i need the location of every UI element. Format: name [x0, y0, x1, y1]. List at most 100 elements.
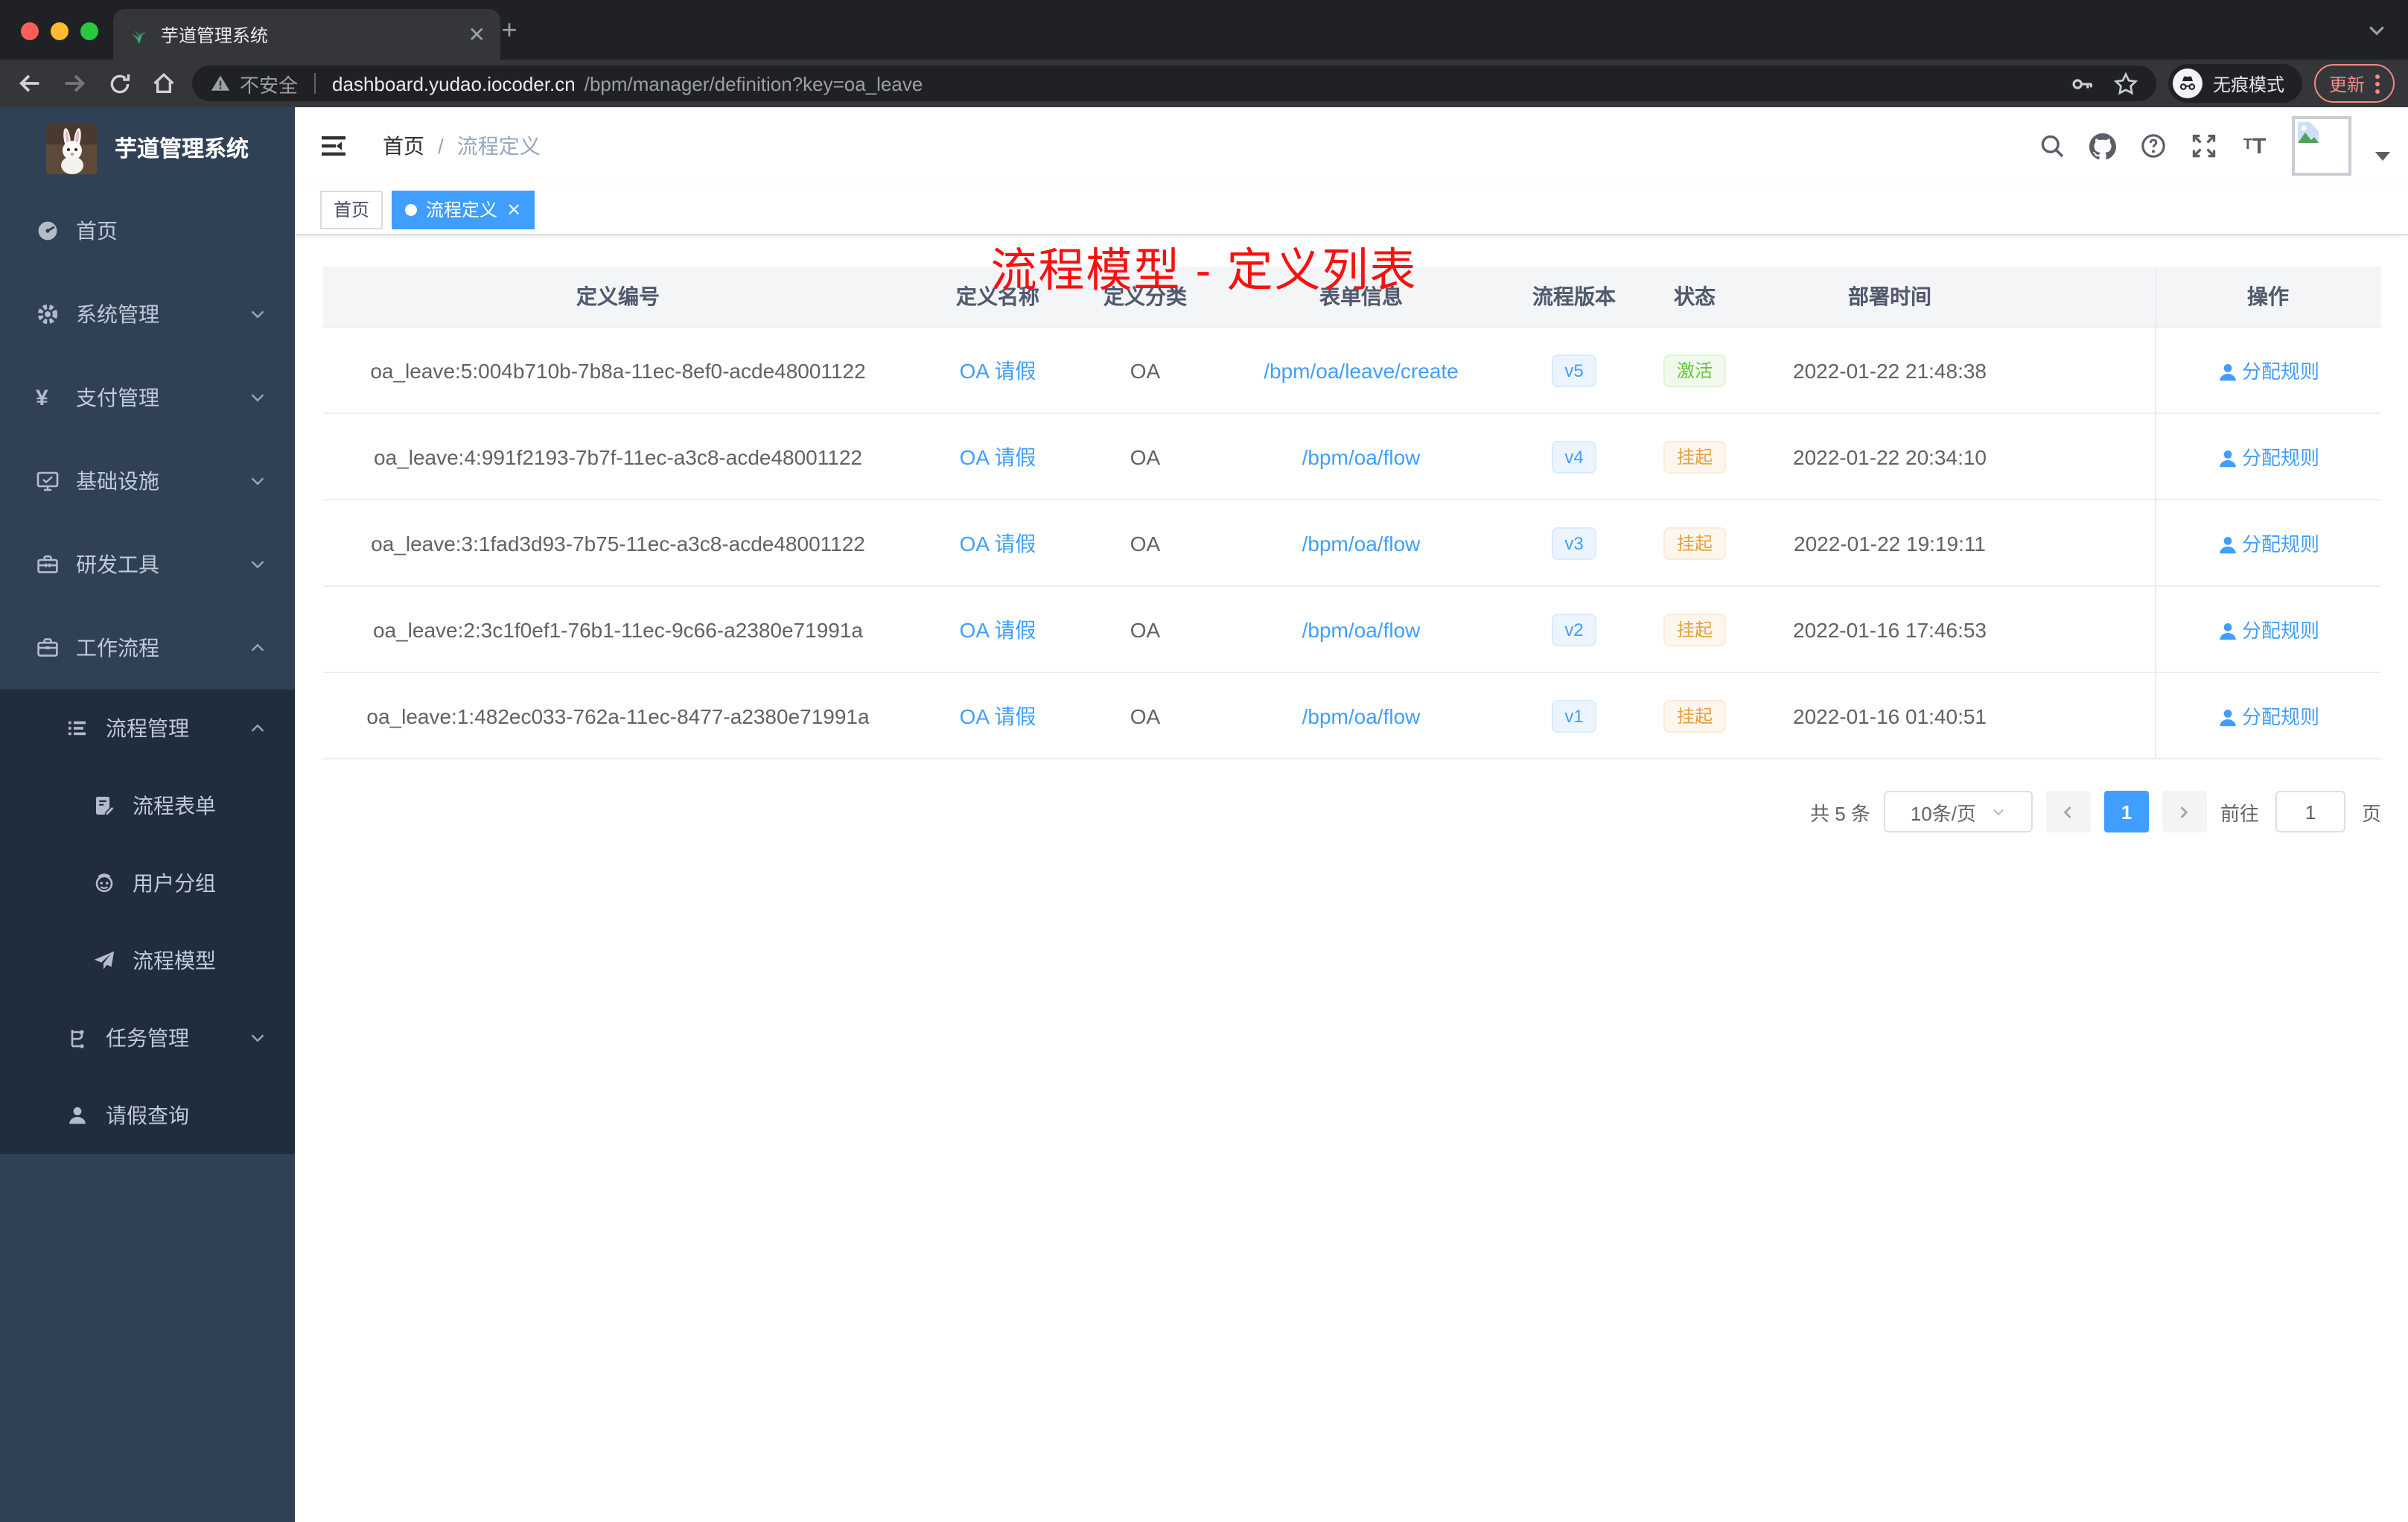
browser-menu-kebab-icon[interactable] [2375, 74, 2380, 93]
current-page-button[interactable]: 1 [2103, 791, 2149, 832]
zoom-window-button[interactable] [80, 22, 98, 40]
github-icon[interactable] [2089, 133, 2116, 159]
cell-definition-category: OA [1130, 445, 1161, 468]
close-window-button[interactable] [21, 22, 39, 40]
cell-definition-category: OA [1130, 617, 1161, 641]
address-bar: 不安全 dashboard.yudao.iocoder.cn/bpm/manag… [0, 60, 2408, 107]
definition-name-link[interactable]: OA 请假 [960, 531, 1036, 555]
cell-definition-name: OA 请假 [913, 528, 1083, 558]
incognito-badge: 无痕模式 [2167, 64, 2302, 103]
cell-definition-id: oa_leave:5:004b710b-7b8a-11ec-8ef0-acde4… [370, 358, 866, 382]
form-info-link[interactable]: /bpm/oa/flow [1302, 445, 1421, 468]
assign-rule-link[interactable]: 分配规则 [2217, 529, 2319, 557]
home-icon[interactable] [147, 67, 180, 100]
browser-update-button[interactable]: 更新 [2313, 64, 2395, 103]
page-size-select[interactable]: 10条/页 [1883, 791, 2033, 832]
new-tab-button plus-icon[interactable]: + [491, 12, 527, 48]
reload-icon[interactable] [103, 67, 136, 100]
sidebar-item-工作流程[interactable]: 工作流程 [0, 606, 295, 690]
bookmark-star-icon[interactable] [2113, 71, 2138, 96]
cell-status: 挂起 [1634, 526, 1756, 559]
admin-app: 芋道管理系统 首页 系统管理 ¥ 支付管理 基础设施 研发工具 工作流程 流程管理 流程表单用… [0, 107, 2408, 1522]
back-icon[interactable] [13, 67, 46, 100]
next-page-button chevron-right-icon[interactable] [2162, 791, 2207, 832]
pagination-total: 共 5 条 [1810, 802, 1870, 824]
col-definition-id: 定义编号 [576, 284, 660, 308]
help-question-icon[interactable] [2140, 133, 2167, 159]
robot-icon [92, 871, 116, 895]
sidebar-item-系统管理[interactable]: 系统管理 [0, 273, 295, 356]
tag-process-definition-label: 流程定义 [426, 200, 498, 220]
sidebar-item-label: 流程表单 [133, 794, 216, 818]
sidebar-item-研发工具[interactable]: 研发工具 [0, 523, 295, 606]
sidebar-item-流程模型[interactable]: 流程模型 [0, 922, 295, 999]
definition-name-link[interactable]: OA 请假 [960, 617, 1036, 641]
goto-page-input[interactable]: 1 [2275, 791, 2345, 832]
gear-icon [36, 302, 60, 326]
table-row: oa_leave:1:482ec033-762a-11ec-8477-a2380… [323, 673, 2381, 760]
user-icon [2217, 447, 2237, 468]
breadcrumb-home[interactable]: 首页 [383, 131, 424, 161]
version-badge: v1 [1551, 699, 1597, 732]
app-title: 芋道管理系统 [115, 137, 249, 162]
definition-name-link[interactable]: OA 请假 [960, 358, 1036, 382]
assign-rule-link[interactable]: 分配规则 [2217, 701, 2319, 730]
sidebar-item-任务管理[interactable]: 任务管理 [0, 999, 295, 1077]
tag-close-icon[interactable]: ✕ [506, 200, 521, 218]
table-body: oa_leave:5:004b710b-7b8a-11ec-8ef0-acde4… [323, 328, 2381, 760]
sidebar-item-支付管理[interactable]: ¥ 支付管理 [0, 356, 295, 439]
prev-page-button chevron-left-icon[interactable] [2045, 791, 2091, 832]
forward-icon[interactable] [58, 67, 91, 100]
col-status: 状态 [1674, 284, 1716, 308]
assign-rule-link[interactable]: 分配规则 [2217, 442, 2319, 471]
definition-name-link[interactable]: OA 请假 [960, 445, 1036, 468]
assign-rule-link[interactable]: 分配规则 [2217, 356, 2319, 384]
col-form-info: 表单信息 [1319, 284, 1403, 308]
sidebar-item-label: 任务管理 [106, 1026, 189, 1050]
col-deploy-time: 部署时间 [1848, 284, 1931, 308]
sidebar-item-用户分组[interactable]: 用户分组 [0, 844, 295, 922]
cell-definition-id: oa_leave:4:991f2193-7b7f-11ec-a3c8-acde4… [374, 445, 862, 468]
sidebar-item-流程表单[interactable]: 流程表单 [0, 767, 295, 844]
assign-rule-link[interactable]: 分配规则 [2217, 615, 2319, 643]
font-size-icon[interactable]: TT [2241, 133, 2268, 159]
sidebar-item-请假查询[interactable]: 请假查询 [0, 1077, 295, 1154]
tab-search-chevron-icon[interactable] [2366, 19, 2387, 40]
definition-name-link[interactable]: OA 请假 [960, 704, 1036, 727]
definition-table: 定义编号 定义名称 定义分类 表单信息 流程版本 状态 部署时间 操作 oa_l… [323, 267, 2381, 760]
security-label[interactable]: 不安全 [240, 69, 298, 98]
form-info-link[interactable]: /bpm/oa/flow [1302, 531, 1421, 555]
tag-home[interactable]: 首页 [320, 190, 383, 229]
sidebar-item-label: 用户分组 [133, 871, 216, 895]
page-size-value: 10条/页 [1910, 802, 1976, 824]
cell-deploy-time: 2022-01-16 17:46:53 [1793, 617, 1987, 641]
table-row: oa_leave:3:1fad3d93-7b75-11ec-a3c8-acde4… [323, 500, 2381, 587]
search-icon[interactable] [2039, 133, 2065, 159]
app-logo-rabbit-image [46, 123, 97, 173]
security-warning-icon[interactable] [210, 73, 231, 94]
version-badge: v5 [1551, 354, 1597, 386]
avatar[interactable] [2292, 116, 2351, 176]
user-icon [2217, 620, 2237, 640]
sidebar-logo-row[interactable]: 芋道管理系统 [0, 107, 295, 189]
cell-process-version: v4 [1514, 440, 1634, 473]
avatar-caret-down-icon[interactable] [2375, 152, 2390, 161]
sidebar-item-流程管理[interactable]: 流程管理 [0, 690, 295, 767]
sidebar-item-首页[interactable]: 首页 [0, 189, 295, 273]
fullscreen-icon[interactable] [2191, 133, 2217, 159]
sidebar-item-基础设施[interactable]: 基础设施 [0, 439, 295, 523]
browser-tab[interactable]: 芋道管理系统 ✕ [113, 9, 500, 60]
minimize-window-button[interactable] [51, 22, 69, 40]
url-field[interactable]: 不安全 dashboard.yudao.iocoder.cn/bpm/manag… [192, 66, 2156, 101]
update-label[interactable]: 更新 [2329, 71, 2365, 96]
sidebar-fold-icon[interactable] [319, 131, 348, 161]
tab-favicon plant-icon [128, 24, 149, 45]
tab-close-icon[interactable]: ✕ [468, 24, 485, 45]
tag-process-definition[interactable]: 流程定义 ✕ [392, 190, 535, 229]
password-key-icon[interactable] [2070, 71, 2095, 96]
form-info-link[interactable]: /bpm/oa/flow [1302, 617, 1421, 641]
form-info-link[interactable]: /bpm/oa/flow [1302, 704, 1421, 727]
sidebar: 芋道管理系统 首页 系统管理 ¥ 支付管理 基础设施 研发工具 工作流程 流程管理流程表单用… [0, 107, 295, 1522]
form-info-link[interactable]: /bpm/oa/leave/create [1264, 358, 1459, 382]
cell-deploy-time: 2022-01-16 01:40:51 [1793, 704, 1987, 727]
